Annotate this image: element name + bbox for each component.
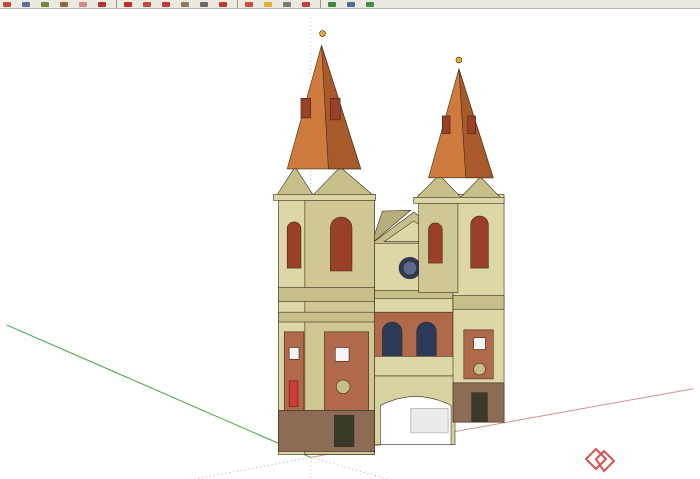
arc-button[interactable] <box>57 1 71 8</box>
rotate-icon <box>143 2 151 7</box>
right-finial <box>455 56 463 64</box>
paint-bucket-icon <box>219 2 227 7</box>
offset-button[interactable] <box>178 1 192 8</box>
eraser-button[interactable] <box>76 1 90 8</box>
green-axis <box>6 324 311 458</box>
pan-button[interactable] <box>261 1 275 8</box>
section-plane-icon <box>328 2 336 7</box>
zoom-button[interactable] <box>280 1 294 8</box>
offset-icon <box>181 2 189 7</box>
zoom-extents-button[interactable] <box>299 1 313 8</box>
left-tower-window <box>334 347 350 362</box>
orbit-button[interactable] <box>242 1 256 8</box>
toolbar-separator <box>237 0 238 8</box>
move-button[interactable] <box>121 1 135 8</box>
layers-icon <box>366 2 374 7</box>
components-button[interactable] <box>344 1 358 8</box>
arc-icon <box>60 2 68 7</box>
left-tower-door <box>334 414 355 447</box>
pencil-icon <box>3 2 11 7</box>
rotate-button[interactable] <box>140 1 154 8</box>
circle-button[interactable] <box>38 1 52 8</box>
push-pull-button[interactable] <box>95 1 109 8</box>
model-view <box>6 17 694 479</box>
left-finial <box>319 30 326 37</box>
rectangle-icon <box>22 2 30 7</box>
pan-icon <box>264 2 272 7</box>
tape-measure-icon <box>200 2 208 7</box>
toolbar-separator <box>320 0 321 8</box>
arched-window-left <box>382 321 403 357</box>
left-belfry-window-1 <box>286 221 302 269</box>
left-belfry-window-2 <box>330 216 353 272</box>
pencil-button[interactable] <box>0 1 14 8</box>
logo-icon <box>582 445 618 473</box>
modeling-viewport[interactable] <box>0 9 700 479</box>
left-tower-gable <box>274 166 316 198</box>
scale-button[interactable] <box>159 1 173 8</box>
paint-bucket-button[interactable] <box>216 1 230 8</box>
church-model[interactable] <box>273 30 505 455</box>
orbit-icon <box>245 2 253 7</box>
section-plane-button[interactable] <box>325 1 339 8</box>
right-belfry-window <box>470 215 489 269</box>
circle-icon <box>41 2 49 7</box>
move-icon <box>124 2 132 7</box>
toolbar <box>0 0 700 9</box>
right-tower-door <box>471 392 488 423</box>
red-axis-dotted <box>192 456 311 479</box>
toolbar-separator <box>116 0 117 8</box>
scale-icon <box>162 2 170 7</box>
push-pull-icon <box>98 2 106 7</box>
layers-button[interactable] <box>363 1 377 8</box>
eraser-icon <box>79 2 87 7</box>
zoom-extents-icon <box>302 2 310 7</box>
tape-measure-button[interactable] <box>197 1 211 8</box>
rectangle-button[interactable] <box>19 1 33 8</box>
components-icon <box>347 2 355 7</box>
arched-window-right <box>416 321 437 357</box>
green-axis-dotted <box>310 456 390 479</box>
zoom-icon <box>283 2 291 7</box>
